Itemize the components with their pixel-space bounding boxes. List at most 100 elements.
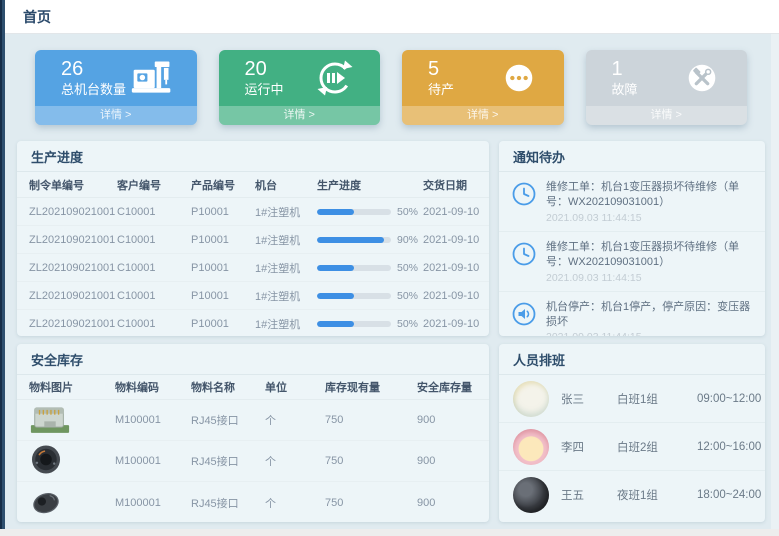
cell-product-no: P10001 xyxy=(191,318,255,330)
speaker-icon xyxy=(511,301,537,327)
panel-title: 生产进度 xyxy=(17,141,489,172)
cell-material-name: RJ45接口 xyxy=(191,412,265,428)
cell-delivery-date: 2021-09-10 xyxy=(423,206,479,218)
tab-home[interactable]: 首页 xyxy=(23,7,51,27)
stats-row: 26 总机台数量 xyxy=(17,42,765,141)
cell-product-no: P10001 xyxy=(191,206,255,218)
schedule-row: 李四 白班2组 12:00~16:00 xyxy=(499,423,765,471)
progress-bar-fill xyxy=(317,293,354,299)
notice-item[interactable]: 维修工单：机台1变压器损坏待维修（单号：WX202109031001） 2021… xyxy=(499,172,765,232)
cell-delivery-date: 2021-09-10 xyxy=(423,290,479,302)
cell-customer-no: C10001 xyxy=(117,262,191,274)
cell-material-code: M100001 xyxy=(115,455,191,467)
cell-machine: 1#注塑机 xyxy=(255,232,317,248)
notice-timestamp: 2021.09.03 11:44:15 xyxy=(546,331,753,336)
schedule-time: 18:00~24:00 xyxy=(697,489,761,501)
panel-notices: 通知待办 维修工单：机台1变压器损坏待维修（单号：WX202109031001）… xyxy=(499,141,765,336)
header-cell: 生产进度 xyxy=(317,177,423,193)
cell-unit: 个 xyxy=(265,412,325,428)
cell-machine: 1#注塑机 xyxy=(255,288,317,304)
stat-card-fault[interactable]: 1 故障 详情 > xyxy=(586,50,748,125)
cell-product-no: P10001 xyxy=(191,262,255,274)
panel-safety-inventory: 安全库存 物料图片 物料编码 物料名称 单位 库存现有量 安全库存量 xyxy=(17,344,489,522)
cell-customer-no: C10001 xyxy=(117,290,191,302)
stat-card-waiting[interactable]: 5 待产 详情 > xyxy=(402,50,564,125)
progress-track xyxy=(317,293,391,299)
inventory-table-row: M100001 RJ45接口 个 750 900 xyxy=(17,482,489,522)
schedule-shift: 夜班1组 xyxy=(617,487,697,503)
stat-value: 26 xyxy=(61,57,126,82)
schedule-name: 王五 xyxy=(561,487,617,503)
progress-percent: 50% xyxy=(397,206,418,218)
notice-item[interactable]: 维修工单：机台1变压器损坏待维修（单号：WX202109031001） 2021… xyxy=(499,232,765,292)
cell-stock-qty: 750 xyxy=(325,455,417,467)
cell-customer-no: C10001 xyxy=(117,234,191,246)
stat-value: 20 xyxy=(245,57,284,82)
cell-stock-qty: 750 xyxy=(325,414,417,426)
panel-title: 安全库存 xyxy=(17,344,489,375)
production-table-row: ZL202109021001 C10001 P10001 1#注塑机 50% 2… xyxy=(17,310,489,336)
clock-icon xyxy=(511,181,537,207)
inventory-table-row: M100001 RJ45接口 个 750 900 xyxy=(17,400,489,441)
header-cell: 安全库存量 xyxy=(417,379,479,395)
schedule-name: 李四 xyxy=(561,439,617,455)
notice-timestamp: 2021.09.03 11:44:15 xyxy=(546,212,753,224)
cell-machine: 1#注塑机 xyxy=(255,316,317,332)
top-tab-bar: 首页 xyxy=(5,0,779,34)
notice-text: 机台停产：机台1停产，停产原因：变压器损坏 xyxy=(546,300,753,331)
stat-detail-link[interactable]: 详情 > xyxy=(219,106,381,125)
cell-product-no: P10001 xyxy=(191,290,255,302)
cell-unit: 个 xyxy=(265,495,325,511)
right-edge-strip xyxy=(771,34,779,529)
progress-track xyxy=(317,265,391,271)
notice-item[interactable]: 机台停产：机台1停产，停产原因：变压器损坏 2021.09.03 11:44:1… xyxy=(499,292,765,336)
schedule-name: 张三 xyxy=(561,391,617,407)
header-cell: 库存现有量 xyxy=(325,379,417,395)
progress-track xyxy=(317,237,391,243)
header-cell: 制令单编号 xyxy=(29,177,117,193)
cell-product-no: P10001 xyxy=(191,234,255,246)
header-cell: 物料名称 xyxy=(191,379,265,395)
cell-safety-qty: 900 xyxy=(417,497,479,509)
cell-material-name: RJ45接口 xyxy=(191,495,265,511)
progress-percent: 50% xyxy=(397,290,418,302)
clock-icon xyxy=(511,241,537,267)
notice-text: 维修工单：机台1变压器损坏待维修（单号：WX202109031001） xyxy=(546,240,753,271)
production-table-row: ZL202109021001 C10001 P10001 1#注塑机 50% 2… xyxy=(17,282,489,310)
progress-percent: 50% xyxy=(397,262,418,274)
stat-card-main: 5 待产 xyxy=(402,50,564,106)
header-cell: 物料编码 xyxy=(115,379,191,395)
stat-detail-link[interactable]: 详情 > xyxy=(35,106,197,125)
production-table-header: 制令单编号 客户编号 产品编号 机台 生产进度 交货日期 xyxy=(17,172,489,198)
cell-delivery-date: 2021-09-10 xyxy=(423,318,479,330)
panel-title: 通知待办 xyxy=(499,141,765,172)
stat-card-total-machines[interactable]: 26 总机台数量 xyxy=(35,50,197,125)
stat-label: 总机台数量 xyxy=(61,82,126,98)
progress-percent: 90% xyxy=(397,234,418,246)
stat-card-main: 20 运行中 xyxy=(219,50,381,106)
notice-timestamp: 2021.09.03 11:44:15 xyxy=(546,272,753,284)
schedule-row: 王五 夜班1组 18:00~24:00 xyxy=(499,471,765,519)
stat-card-main: 26 总机台数量 xyxy=(35,50,197,106)
avatar xyxy=(513,429,549,465)
inventory-table-row: M100001 RJ45接口 个 750 900 xyxy=(17,441,489,482)
material-photo-speaker-driver xyxy=(29,443,71,476)
cell-stock-qty: 750 xyxy=(325,497,417,509)
panel-production-progress: 生产进度 制令单编号 客户编号 产品编号 机台 生产进度 交货日期 ZL2021… xyxy=(17,141,489,336)
material-photo-rj45-connector xyxy=(29,402,71,435)
progress-bar-fill xyxy=(317,321,354,327)
production-table-row: ZL202109021001 C10001 P10001 1#注塑机 50% 2… xyxy=(17,254,489,282)
progress-track xyxy=(317,321,391,327)
header-cell: 单位 xyxy=(265,379,325,395)
stat-detail-link[interactable]: 详情 > xyxy=(586,106,748,125)
stat-card-running[interactable]: 20 运行中 详情 > xyxy=(219,50,381,125)
stat-detail-link[interactable]: 详情 > xyxy=(402,106,564,125)
stat-label: 待产 xyxy=(428,82,454,98)
progress-track xyxy=(317,209,391,215)
cell-customer-no: C10001 xyxy=(117,318,191,330)
progress-bar-fill xyxy=(317,265,354,271)
cell-order-no: ZL202109021001 xyxy=(29,318,117,330)
cell-order-no: ZL202109021001 xyxy=(29,206,117,218)
avatar xyxy=(513,381,549,417)
cell-material-code: M100001 xyxy=(115,414,191,426)
